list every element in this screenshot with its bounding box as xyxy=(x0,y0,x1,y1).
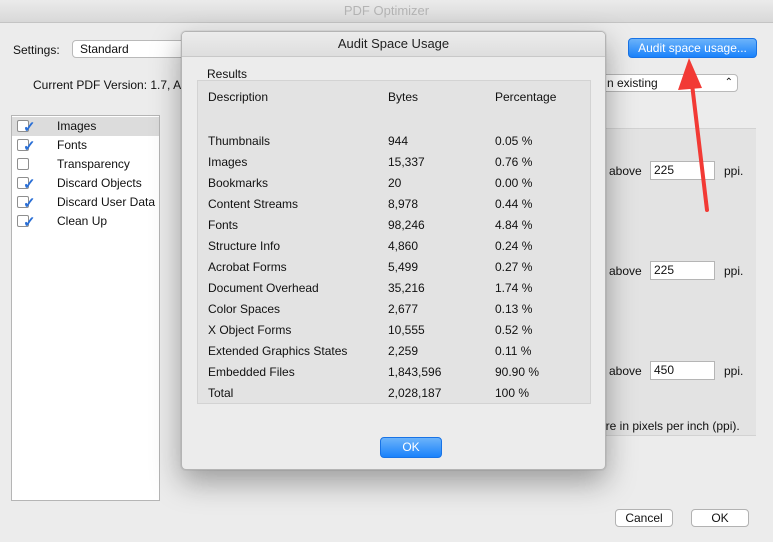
arrow-shaft xyxy=(690,82,709,212)
annotation-arrow-icon xyxy=(678,58,709,212)
arrow-head xyxy=(678,58,702,90)
